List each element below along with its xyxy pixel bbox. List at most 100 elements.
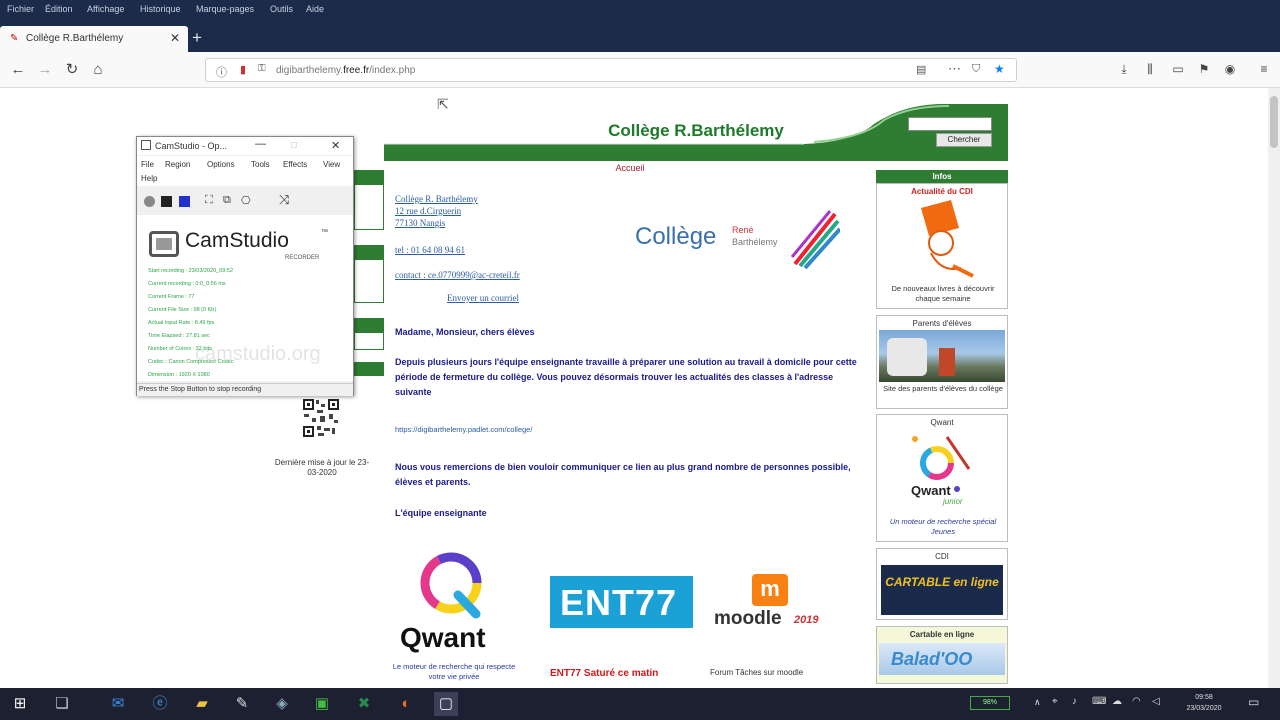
notepad-icon[interactable]: ✎ bbox=[230, 692, 254, 716]
stat-dimension: Dimension : 1920 X 1080 bbox=[148, 372, 210, 378]
camstudio-window[interactable]: CamStudio - Op... — □ ✕ File Region Opti… bbox=[136, 136, 354, 396]
back-icon[interactable]: ← bbox=[8, 60, 28, 80]
site-banner: Collège R.Barthélemy bbox=[384, 104, 1008, 161]
bookmark-star-icon[interactable]: ★ bbox=[994, 62, 1005, 76]
address-line-3[interactable]: 77130 Nangis bbox=[395, 218, 445, 228]
extension-icon[interactable]: ⚑ bbox=[1196, 62, 1212, 76]
keyboard-icon[interactable]: ⌨ bbox=[1092, 696, 1106, 707]
sidebar-icon[interactable]: ▭ bbox=[1170, 62, 1186, 76]
parents-box[interactable]: Parents d'élèves Site des parents d'élèv… bbox=[876, 315, 1008, 409]
mail-icon[interactable]: ✉ bbox=[106, 692, 130, 716]
college-logo-rene: René bbox=[732, 225, 754, 235]
tel-link[interactable]: tel : 01 64 08 94 61 bbox=[395, 245, 465, 255]
speaker-icon[interactable]: ◁ bbox=[1152, 696, 1160, 707]
cam-menu-tools[interactable]: Tools bbox=[251, 160, 270, 169]
library-icon[interactable]: ⫼ bbox=[1142, 62, 1158, 77]
search-button[interactable]: Chercher bbox=[936, 133, 992, 147]
qwant-logo-link[interactable]: Qwant Le moteur de recherche qui respect… bbox=[390, 550, 520, 690]
record-icon[interactable] bbox=[144, 196, 155, 207]
minimize-icon[interactable]: — bbox=[255, 138, 266, 150]
network-icon[interactable]: ⌖ bbox=[1052, 696, 1058, 707]
downloads-icon[interactable]: ⤓ bbox=[1116, 62, 1132, 77]
close-window-icon[interactable]: ✕ bbox=[331, 139, 340, 152]
camstudio-titlebar[interactable]: CamStudio - Op... — □ ✕ bbox=[137, 137, 353, 155]
battery-indicator[interactable]: 98% bbox=[970, 696, 1010, 710]
reload-icon[interactable]: ↻ bbox=[62, 60, 82, 80]
page-scrollbar[interactable] bbox=[1268, 88, 1280, 688]
send-mail-link[interactable]: Envoyer un courriel bbox=[447, 293, 519, 303]
qwant-junior-box[interactable]: Qwant Qwant junior Un moteur de recherch… bbox=[876, 414, 1008, 542]
visual-studio-icon[interactable]: ◈ bbox=[270, 692, 294, 716]
maximize-icon[interactable]: □ bbox=[291, 140, 297, 151]
audio-icon[interactable]: ⎔ bbox=[241, 194, 251, 207]
home-icon[interactable]: ⌂ bbox=[88, 60, 108, 80]
cam-menu-help[interactable]: Help bbox=[141, 174, 157, 183]
menu-aide[interactable]: Aide bbox=[306, 4, 324, 14]
menu-outils[interactable]: Outils bbox=[270, 4, 293, 14]
pause-icon[interactable] bbox=[161, 196, 172, 207]
notifications-icon[interactable]: ▭ bbox=[1248, 695, 1259, 709]
forward-icon[interactable]: → bbox=[35, 60, 55, 80]
parents-title: Parents d'élèves bbox=[912, 319, 972, 328]
menu-edition[interactable]: Édition bbox=[45, 4, 73, 14]
url-bar[interactable]: ⓘ ▮ ⚿ digibarthelemy.free.fr/index.php ▤… bbox=[205, 58, 1017, 82]
browser-menubar: Fichier Édition Affichage Historique Mar… bbox=[0, 0, 1280, 22]
hamburger-menu-icon[interactable]: ≡ bbox=[1256, 62, 1272, 76]
menu-historique[interactable]: Historique bbox=[140, 4, 181, 14]
file-explorer-icon[interactable]: ▰ bbox=[190, 692, 214, 716]
cam-menu-region[interactable]: Region bbox=[165, 160, 190, 169]
menu-fichier[interactable]: Fichier bbox=[7, 4, 34, 14]
edge-icon[interactable]: ⓔ bbox=[148, 692, 172, 716]
volume-icon[interactable]: ♪ bbox=[1072, 696, 1077, 707]
page-scrollbar-thumb[interactable] bbox=[1270, 96, 1278, 148]
app-green-icon[interactable]: ▣ bbox=[310, 692, 334, 716]
cam-menu-options[interactable]: Options bbox=[207, 160, 235, 169]
page-info-icon[interactable]: ⚿ bbox=[258, 63, 266, 74]
tray-chevron-icon[interactable]: ∧ bbox=[1034, 697, 1041, 708]
page-actions-icon[interactable]: ⋯ bbox=[948, 61, 961, 77]
menu-affichage[interactable]: Affichage bbox=[87, 4, 124, 14]
padlet-link[interactable]: https://digibarthelemy.padlet.com/colleg… bbox=[395, 425, 532, 434]
camstudio-taskbar-icon[interactable]: ▢ bbox=[434, 692, 458, 716]
tab-college[interactable]: ✎ Collège R.Barthélemy ✕ bbox=[0, 26, 188, 52]
ent77-logo-link[interactable]: ENT77 bbox=[550, 576, 693, 628]
site-identity-icon[interactable]: ▮ bbox=[240, 63, 246, 76]
cam-menu-file[interactable]: File bbox=[141, 160, 154, 169]
pocket-icon[interactable]: ⛉ bbox=[972, 63, 980, 76]
qr-code bbox=[302, 398, 340, 438]
moodle-logo-link[interactable]: m moodle 2019 bbox=[712, 572, 832, 632]
cam-menu-effects[interactable]: Effects bbox=[283, 160, 307, 169]
account-icon[interactable]: ◉ bbox=[1222, 62, 1238, 76]
taskbar-clock[interactable]: 09:58 23/03/2020 bbox=[1182, 692, 1226, 714]
excel-icon[interactable]: ✖ bbox=[352, 692, 376, 716]
cam-menu-view[interactable]: View bbox=[323, 160, 340, 169]
menu-marque-pages[interactable]: Marque-pages bbox=[196, 4, 254, 14]
contact-email-link[interactable]: contact : ce.0770999@ac-creteil.fr bbox=[395, 270, 520, 280]
reader-view-icon[interactable]: ▤ bbox=[916, 63, 926, 76]
autopan-icon[interactable]: ⛶ bbox=[205, 194, 213, 207]
address-line-1[interactable]: Collège R. Barthélemy bbox=[395, 194, 478, 204]
firefox-icon[interactable]: ◐ bbox=[394, 692, 418, 716]
cartable-en-ligne-box[interactable]: Cartable en ligne Balad'OO bbox=[876, 626, 1008, 684]
cartable-box[interactable]: CDI CARTABLE en ligne bbox=[876, 548, 1008, 620]
college-logo-stripes bbox=[790, 210, 840, 269]
nav-accueil-link[interactable]: Accueil bbox=[384, 163, 876, 173]
stop-icon[interactable] bbox=[179, 196, 190, 207]
camstudio-toolbar: ⛶ ⧉ ⎔ ⤨ bbox=[137, 192, 353, 212]
cloud-icon[interactable]: ☁ bbox=[1112, 696, 1122, 707]
task-view-icon[interactable]: ❏ bbox=[50, 692, 74, 716]
annotation-icon[interactable]: ⧉ bbox=[223, 194, 231, 207]
close-tab-icon[interactable]: ✕ bbox=[170, 31, 180, 45]
new-tab-icon[interactable]: + bbox=[192, 28, 202, 48]
school-building-photo bbox=[879, 330, 1005, 382]
info-icon[interactable]: ⓘ bbox=[216, 64, 227, 80]
college-logo-text: Collège bbox=[635, 223, 717, 250]
address-line-2[interactable]: 12 rue d.Cirguerin bbox=[395, 206, 461, 216]
wifi-icon[interactable]: ◠ bbox=[1132, 696, 1141, 707]
site-search-input[interactable] bbox=[908, 117, 992, 131]
college-logo-barthelemy: Barthélemy bbox=[732, 237, 778, 247]
cdi-box[interactable]: Actualité du CDI De nouveaux livres à dé… bbox=[876, 183, 1008, 309]
url-text: digibarthelemy.free.fr/index.php bbox=[276, 65, 416, 76]
region-icon[interactable]: ⤨ bbox=[279, 192, 289, 208]
start-icon[interactable]: ⊞ bbox=[8, 692, 32, 716]
